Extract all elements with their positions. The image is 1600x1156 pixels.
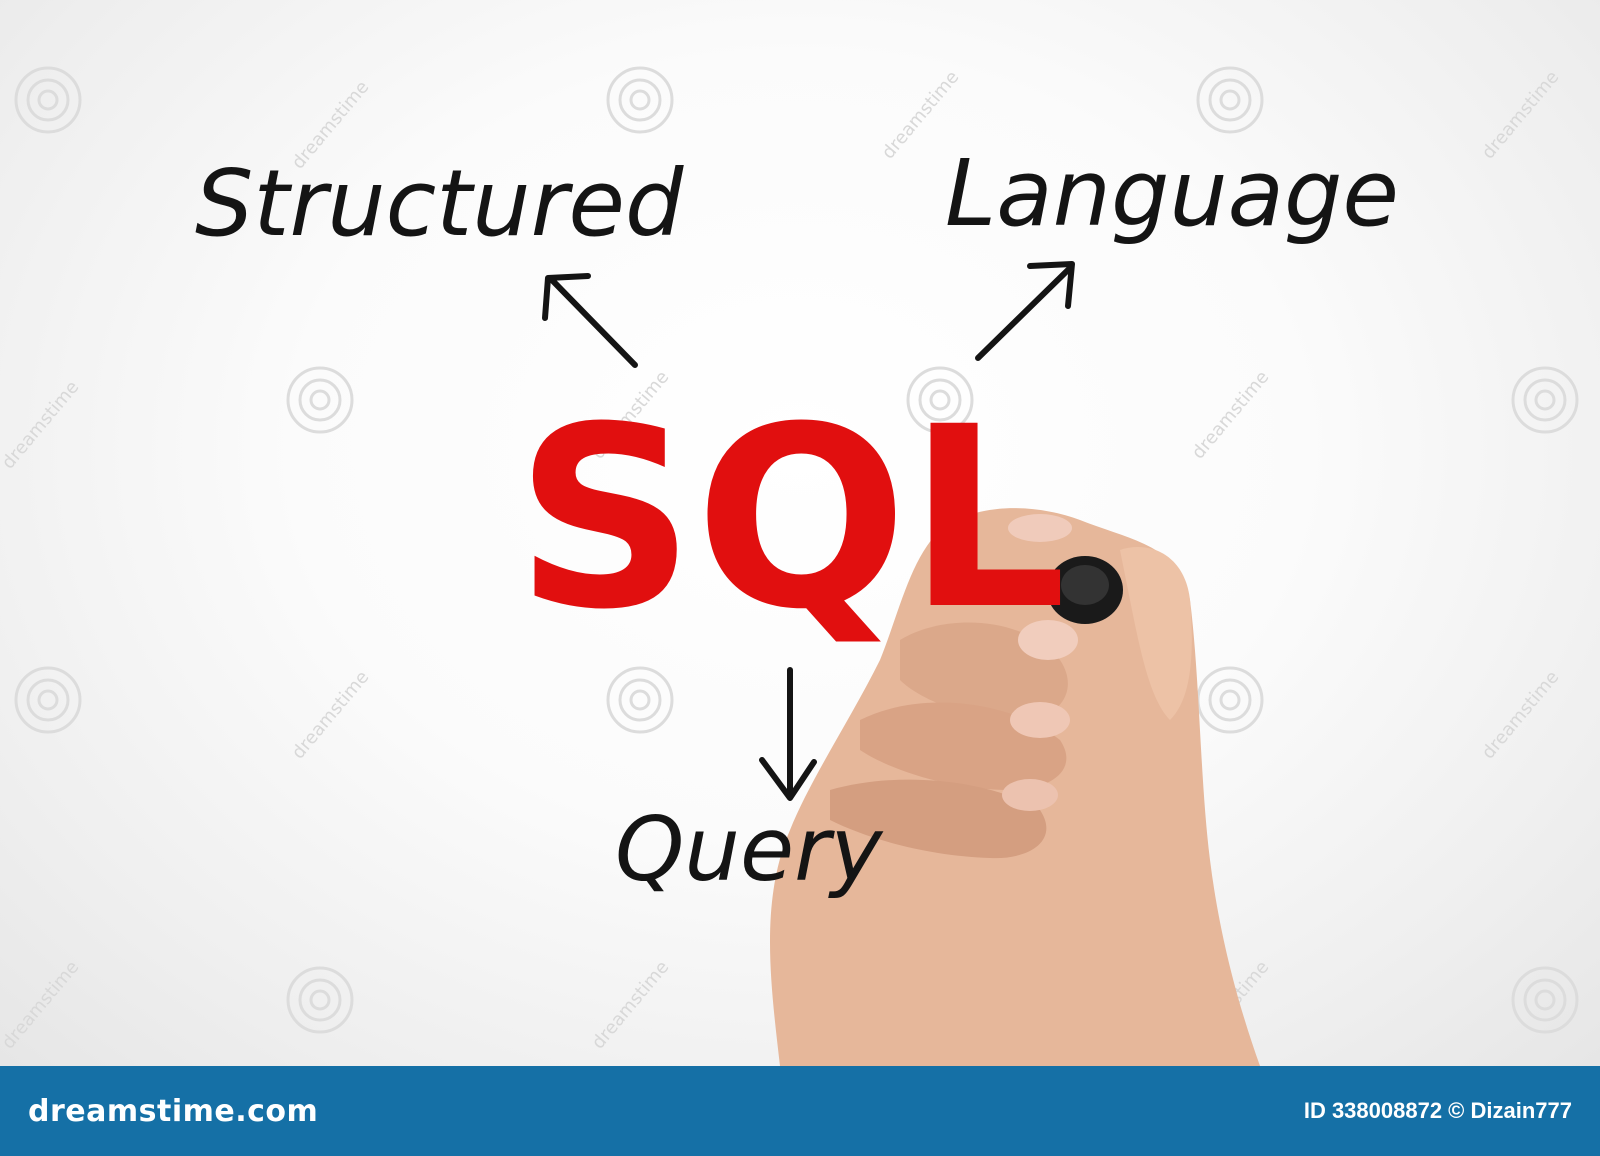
footer-bar: dreamstime.com ID 338008872 © Dizain777 (0, 1066, 1600, 1156)
arrow-to-query (759, 667, 817, 801)
footer-image-id: ID 338008872 © Dizain777 (1303, 1098, 1572, 1123)
word-structured: Structured (195, 150, 684, 257)
watermark-text: dreamstime (0, 377, 83, 473)
arrow-to-structured (542, 273, 638, 368)
watermark-text: dreamstime (1188, 367, 1274, 463)
watermark-text: dreamstime (288, 667, 374, 763)
photo-stage: dreamstime dreamstime dreamstime dreamst… (0, 0, 1600, 1066)
watermark-text: dreamstime (1478, 67, 1564, 163)
word-sql: SQL (515, 373, 1067, 664)
photo-canvas: dreamstime dreamstime dreamstime dreamst… (0, 66, 1579, 1066)
watermark-text: dreamstime (0, 957, 83, 1053)
arrow-to-language (975, 261, 1075, 361)
watermark-text: dreamstime (1478, 667, 1564, 763)
footer-brand-link[interactable]: dreamstime.com (28, 1094, 318, 1129)
word-language: Language (945, 140, 1399, 247)
watermark-text: dreamstime (588, 957, 674, 1053)
word-query: Query (615, 798, 884, 901)
